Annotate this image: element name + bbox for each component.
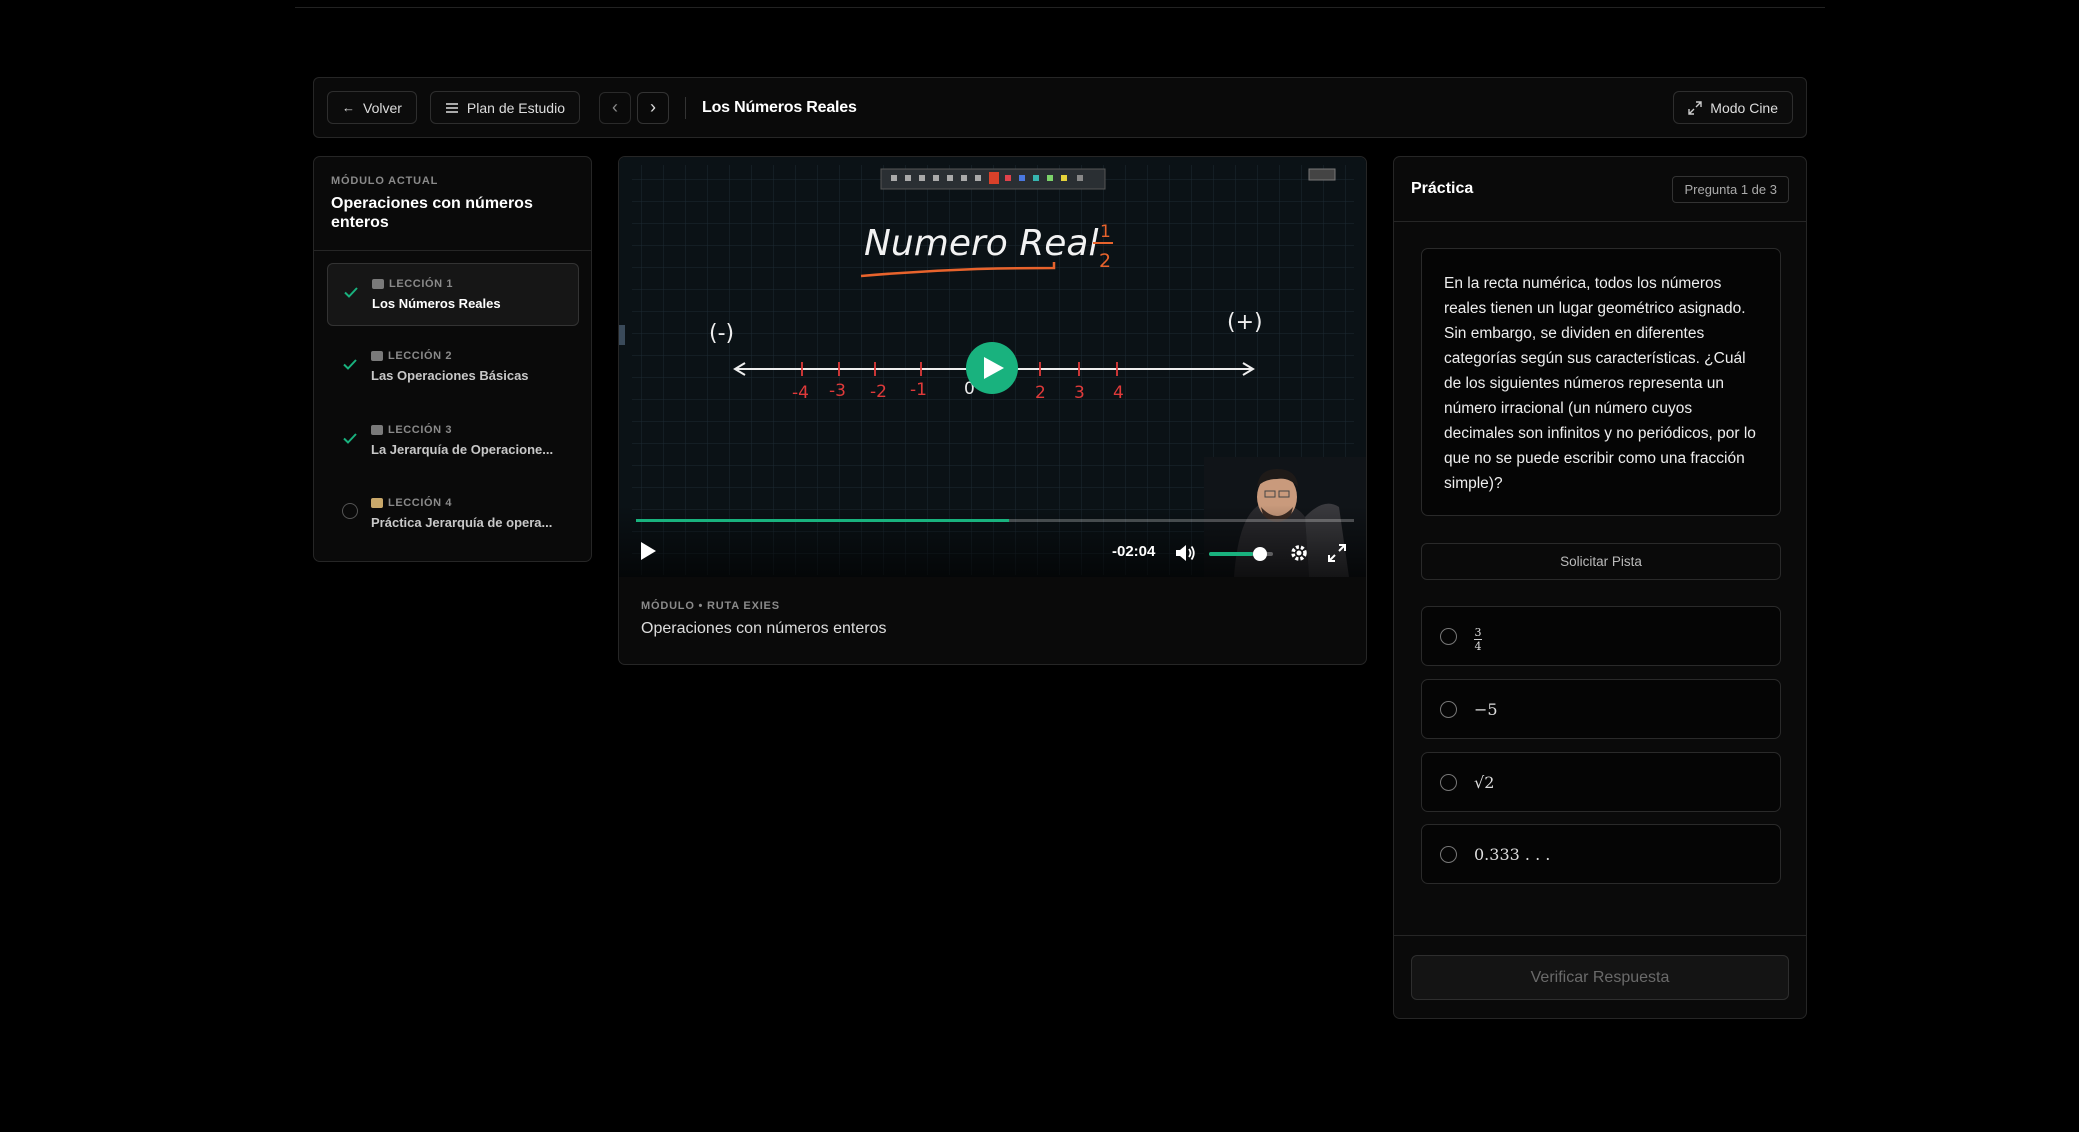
option-label: √2 [1474, 772, 1495, 792]
lesson-item-4[interactable]: LECCIÓN 4 Práctica Jerarquía de opera... [327, 483, 579, 546]
current-module-header: MÓDULO ACTUAL Operaciones con números en… [314, 157, 591, 251]
volume-slider[interactable] [1209, 547, 1273, 561]
lesson-title: Práctica Jerarquía de opera... [371, 515, 553, 530]
answer-option-3[interactable]: √2 [1421, 752, 1781, 812]
lesson-item-3[interactable]: LECCIÓN 3 La Jerarquía de Operacione... [327, 410, 579, 473]
option-label: 34 [1474, 621, 1482, 652]
video-card: Numero Real 1 2 (-) (+) -4 -3 -2 -1 2 3 … [618, 156, 1367, 665]
board-title: Numero Real [864, 223, 1098, 264]
fraction-numerator: 3 [1474, 625, 1482, 639]
next-lesson-button[interactable]: › [637, 91, 669, 124]
progress-fill [636, 519, 1010, 522]
pending-circle-icon [342, 503, 358, 519]
cinema-mode-button[interactable]: Modo Cine [1673, 91, 1793, 124]
request-hint-button[interactable]: Solicitar Pista [1421, 543, 1781, 580]
progress-bar[interactable] [636, 519, 1354, 522]
study-plan-label: Plan de Estudio [466, 99, 565, 116]
video-kicker: MÓDULO • RUTA EXIES [641, 600, 780, 612]
board-fraction-top: 1 [1100, 222, 1111, 242]
lesson-item-2[interactable]: LECCIÓN 2 Las Operaciones Básicas [327, 336, 579, 399]
lesson-number: LECCIÓN 2 [388, 350, 453, 362]
module-sidebar: MÓDULO ACTUAL Operaciones con números en… [313, 156, 592, 562]
lesson-number: LECCIÓN 1 [389, 278, 454, 290]
memo-icon [371, 498, 383, 508]
answer-option-4[interactable]: 0.333 . . . [1421, 824, 1781, 884]
study-plan-button[interactable]: Plan de Estudio [429, 91, 580, 124]
lesson-toolbar: ← Volver Plan de Estudio ‹ › Los Números… [313, 77, 1807, 138]
question-text: En la recta numérica, todos los números … [1421, 248, 1781, 516]
top-divider [295, 7, 1825, 8]
play-icon[interactable] [639, 541, 657, 561]
tick-label: 3 [1074, 383, 1085, 403]
tick-label: -2 [870, 382, 887, 402]
answer-option-2[interactable]: −5 [1421, 679, 1781, 739]
volume-icon[interactable] [1175, 543, 1197, 563]
question-counter-badge: Pregunta 1 de 3 [1672, 175, 1789, 203]
video-controls: -02:04 [619, 505, 1366, 577]
video-icon [371, 425, 383, 435]
option-label: 0.333 . . . [1474, 844, 1551, 864]
practice-footer: Verificar Respuesta [1394, 935, 1806, 1019]
board-fraction-bottom: 2 [1099, 250, 1111, 272]
practice-panel: Práctica Pregunta 1 de 3 En la recta num… [1393, 156, 1807, 1019]
positive-sign: (+) [1227, 310, 1263, 335]
tick-label: -4 [792, 383, 809, 403]
video-meta: MÓDULO • RUTA EXIES Operaciones con núme… [641, 600, 886, 638]
check-icon [343, 359, 357, 370]
volume-fill [1209, 552, 1253, 556]
expand-icon [1688, 100, 1702, 115]
tick-label: 4 [1113, 383, 1124, 403]
check-icon [344, 287, 358, 298]
tick-label: -3 [829, 381, 846, 401]
lesson-item-1[interactable]: LECCIÓN 1 Los Números Reales [327, 263, 579, 326]
option-label: −5 [1474, 699, 1498, 719]
answer-option-1[interactable]: 34 [1421, 606, 1781, 666]
back-label: Volver [363, 99, 402, 116]
chevron-right-icon: › [650, 97, 656, 117]
verify-answer-button[interactable]: Verificar Respuesta [1411, 955, 1789, 1000]
negative-sign: (-) [709, 321, 734, 346]
cinema-mode-label: Modo Cine [1710, 99, 1778, 116]
previous-lesson-button[interactable]: ‹ [599, 91, 631, 124]
module-kicker: MÓDULO ACTUAL [331, 175, 439, 187]
tick-label: 2 [1035, 383, 1046, 403]
radio-button[interactable] [1440, 700, 1457, 718]
video-player[interactable]: Numero Real 1 2 (-) (+) -4 -3 -2 -1 2 3 … [619, 157, 1366, 577]
page-title: Los Números Reales [702, 98, 857, 116]
lesson-title: Las Operaciones Básicas [371, 368, 529, 383]
side-tab [619, 325, 625, 345]
radio-button[interactable] [1440, 845, 1457, 863]
arrow-left-icon: ← [342, 100, 355, 115]
time-remaining: -02:04 [1112, 543, 1156, 560]
lesson-title: La Jerarquía de Operacione... [371, 442, 554, 457]
lesson-number-row: LECCIÓN 3 [371, 424, 565, 436]
fraction-denominator: 4 [1474, 639, 1482, 653]
lesson-number-row: LECCIÓN 4 [371, 497, 565, 509]
back-button[interactable]: ← Volver [327, 91, 417, 124]
module-title: Operaciones con números enteros [331, 195, 533, 231]
fullscreen-icon[interactable] [1327, 543, 1347, 563]
radio-button[interactable] [1440, 773, 1457, 791]
lesson-number-row: LECCIÓN 1 [372, 278, 564, 290]
practice-title: Práctica [1411, 180, 1474, 197]
toolbar-separator [685, 96, 686, 119]
radio-button[interactable] [1440, 627, 1457, 645]
chevron-left-icon: ‹ [612, 97, 618, 117]
tick-label: -1 [910, 380, 927, 400]
video-title: Operaciones con números enteros [641, 620, 887, 637]
menu-icon [445, 102, 458, 113]
practice-header: Práctica Pregunta 1 de 3 [1394, 157, 1806, 222]
check-icon [343, 433, 357, 444]
lesson-number-row: LECCIÓN 2 [371, 350, 565, 362]
lesson-number: LECCIÓN 4 [388, 497, 453, 509]
video-icon [371, 351, 383, 361]
lesson-title: Los Números Reales [372, 296, 501, 311]
fraction: 34 [1474, 627, 1482, 652]
gear-icon[interactable] [1289, 543, 1309, 563]
lesson-number: LECCIÓN 3 [388, 424, 453, 436]
volume-handle[interactable] [1252, 547, 1267, 561]
video-icon [372, 279, 384, 289]
